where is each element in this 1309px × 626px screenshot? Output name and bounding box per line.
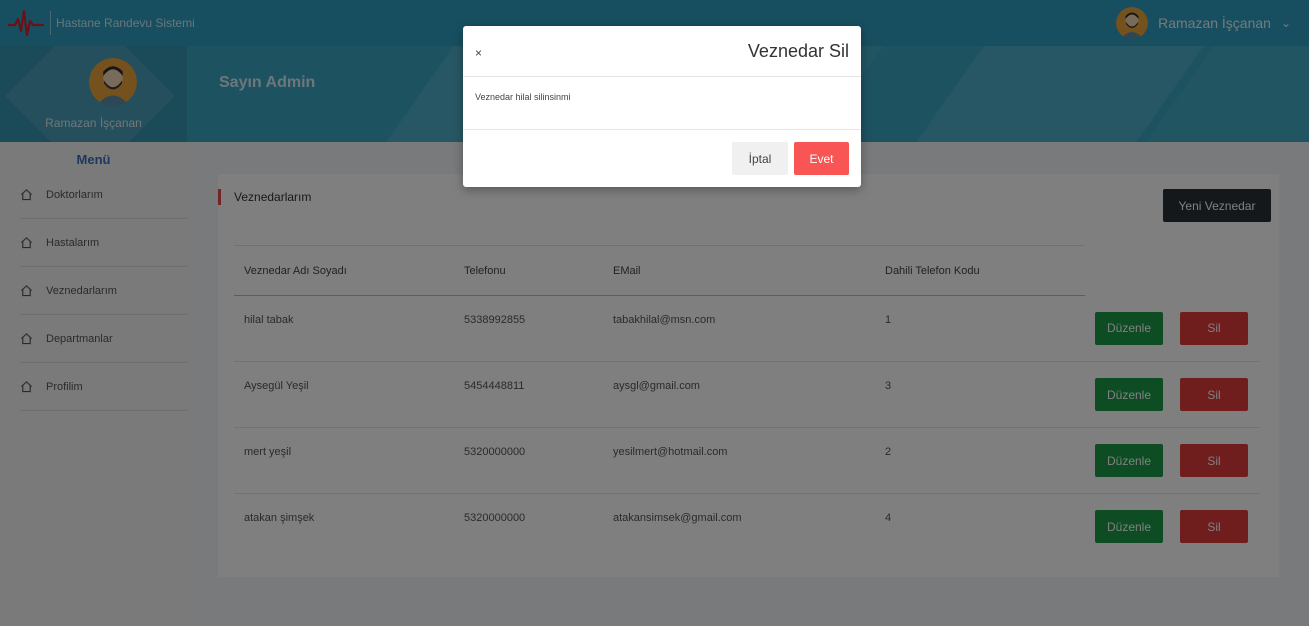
cancel-button[interactable]: İptal bbox=[732, 142, 788, 175]
modal-header-divider bbox=[463, 76, 861, 77]
delete-confirm-modal: × Veznedar Sil Veznedar hilal silinsinmi… bbox=[463, 26, 861, 187]
modal-title: Veznedar Sil bbox=[747, 41, 849, 61]
modal-footer-divider bbox=[463, 129, 861, 130]
confirm-button[interactable]: Evet bbox=[794, 142, 849, 175]
close-icon[interactable]: × bbox=[475, 46, 482, 60]
modal-message: Veznedar hilal silinsinmi bbox=[475, 92, 571, 102]
